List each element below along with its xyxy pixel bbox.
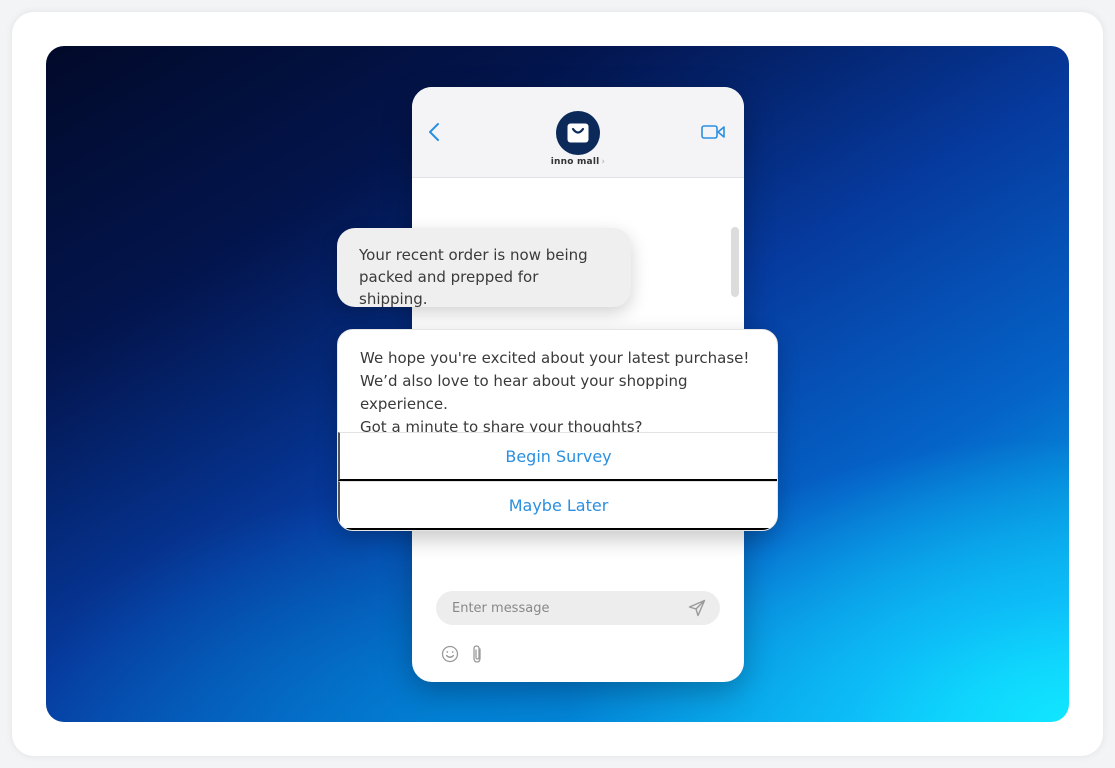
chat-header: inno mall › [412, 87, 744, 178]
attach-button[interactable] [466, 643, 488, 665]
survey-line: We’d also love to hear about your shoppi… [360, 372, 688, 413]
brand-name-link[interactable]: inno mall › [412, 157, 744, 167]
survey-line: We hope you're excited about your latest… [360, 349, 750, 367]
begin-survey-button[interactable]: Begin Survey [338, 432, 777, 481]
video-camera-icon [701, 125, 725, 139]
send-button[interactable] [686, 598, 708, 618]
avatar[interactable] [556, 111, 600, 155]
order-status-message: Your recent order is now being packed an… [337, 228, 631, 308]
back-button[interactable] [422, 119, 446, 145]
message-input[interactable] [452, 591, 672, 625]
brand-name: inno mall [550, 157, 600, 167]
chevron-right-icon: › [601, 157, 606, 167]
emoji-button[interactable] [439, 643, 461, 665]
maybe-later-button[interactable]: Maybe Later [338, 481, 777, 530]
order-status-text: Your recent order is now being packed an… [359, 246, 588, 308]
shopping-bag-icon [567, 123, 589, 143]
chevron-left-icon [429, 123, 439, 141]
chat-scrollbar[interactable] [731, 227, 739, 297]
video-call-button[interactable] [700, 121, 726, 143]
survey-message: We hope you're excited about your latest… [360, 347, 770, 439]
paperclip-icon [473, 645, 481, 663]
message-composer [436, 591, 720, 625]
paper-plane-icon [688, 599, 706, 617]
survey-card: We hope you're excited about your latest… [337, 329, 778, 531]
smiley-icon [441, 645, 459, 663]
